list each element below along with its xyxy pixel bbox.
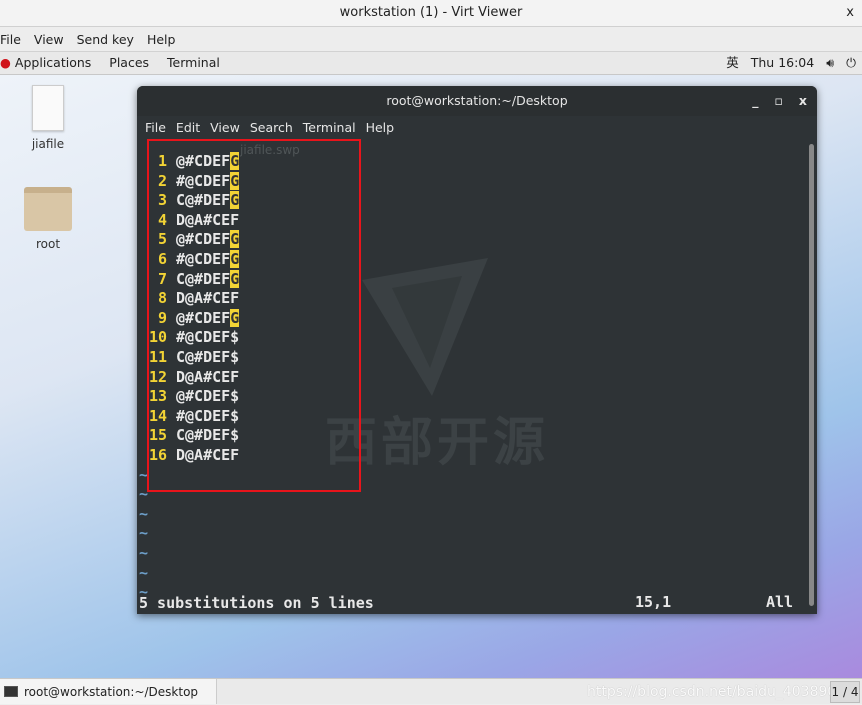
viewer-menubar: File View Send key Help — [0, 27, 862, 52]
tmenu-file[interactable]: File — [145, 120, 166, 135]
home-folder-icon — [24, 187, 72, 231]
gnome-top-bar: ● Applications Places Terminal 英 Thu 16:04 🔊︎… — [0, 52, 862, 75]
tmenu-search[interactable]: Search — [250, 120, 293, 135]
close-button[interactable]: x — [846, 0, 854, 26]
empty-line-tilde: ~ — [139, 563, 149, 582]
taskbar-label: root@workstation:~/Desktop — [24, 685, 199, 699]
tmenu-view[interactable]: View — [210, 120, 240, 135]
minimize-button[interactable]: _ — [752, 93, 758, 108]
menu-file[interactable]: File — [0, 32, 21, 47]
window-title: workstation (1) - Virt Viewer — [339, 5, 523, 20]
tmenu-help[interactable]: Help — [366, 120, 395, 135]
clock[interactable]: Thu 16:04 — [751, 55, 814, 70]
file-icon — [32, 85, 64, 131]
terminal-titlebar: root@workstation:~/Desktop _ ▫ x — [137, 86, 817, 116]
input-method[interactable]: 英 — [726, 55, 739, 70]
desktop-icon-root[interactable]: root — [13, 187, 83, 251]
scroll-position: All — [766, 593, 794, 611]
terminal-title: root@workstation:~/Desktop — [386, 93, 568, 108]
window-titlebar: workstation (1) - Virt Viewer x — [0, 0, 862, 27]
scrollbar[interactable] — [809, 144, 814, 606]
workspace-pager[interactable]: 1 / 4 — [830, 681, 860, 703]
tmenu-terminal[interactable]: Terminal — [303, 120, 356, 135]
desktop-icon-label: root — [35, 237, 61, 251]
url-watermark: https://blog.csdn.net/baidu_40389082 — [587, 684, 855, 700]
empty-line-tilde: ~ — [139, 524, 149, 543]
volume-icon[interactable]: 🔊︎ — [826, 55, 834, 70]
redhat-icon: ● — [0, 55, 11, 70]
status-message: 5 substitutions on 5 lines — [139, 594, 374, 612]
terminal-icon — [4, 686, 18, 697]
cursor-position: 15,1 — [635, 593, 672, 611]
empty-line-tilde: ~ — [139, 544, 149, 562]
taskbar-terminal[interactable]: root@workstation:~/Desktop — [0, 679, 217, 704]
terminal-close-button[interactable]: x — [799, 93, 807, 108]
desktop-icon-jiafile[interactable]: jiafile — [13, 85, 83, 151]
taskbar: root@workstation:~/Desktop https://blog.… — [0, 678, 862, 704]
menu-view[interactable]: View — [34, 32, 64, 47]
empty-line-tilde: ~ — [139, 504, 149, 523]
places-menu[interactable]: Places — [109, 55, 149, 70]
menu-help[interactable]: Help — [147, 32, 176, 47]
terminal-app-menu[interactable]: Terminal — [167, 55, 220, 70]
desktop-icon-label: jiafile — [31, 137, 65, 151]
terminal-menubar: File Edit View Search Terminal Help — [137, 116, 817, 140]
tmenu-edit[interactable]: Edit — [176, 120, 200, 135]
maximize-button[interactable]: ▫ — [774, 93, 782, 108]
annotation-box — [147, 139, 361, 492]
applications-menu[interactable]: Applications — [15, 55, 91, 70]
power-icon[interactable]: ⏻ — [846, 55, 856, 70]
menu-send-key[interactable]: Send key — [77, 32, 134, 47]
